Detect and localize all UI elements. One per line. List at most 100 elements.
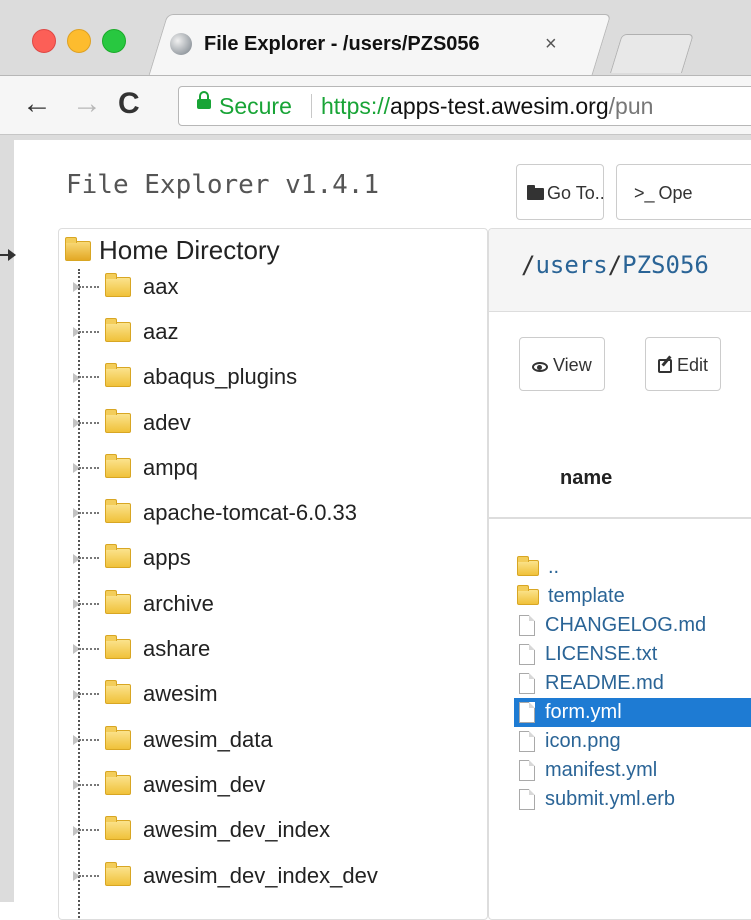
- file-icon: [519, 673, 535, 694]
- tree-item[interactable]: abaqus_plugins: [73, 355, 378, 400]
- new-tab-button[interactable]: [610, 34, 694, 73]
- tree-item[interactable]: aaz: [73, 309, 378, 354]
- address-bar[interactable]: Secure https://apps-test.awesim.org/pun: [178, 86, 751, 126]
- tree-item[interactable]: awesim_data: [73, 717, 378, 762]
- expand-arrow-icon[interactable]: [73, 599, 80, 610]
- tree-item[interactable]: apps: [73, 536, 378, 581]
- tab-favicon-icon: [170, 33, 192, 55]
- address-divider: [311, 94, 312, 118]
- tab-strip: File Explorer - /users/PZS056 ×: [0, 0, 751, 77]
- file-name-link[interactable]: submit.yml.erb: [545, 788, 675, 811]
- expand-arrow-icon[interactable]: [73, 825, 80, 836]
- breadcrumb-link[interactable]: users: [535, 251, 607, 279]
- file-row[interactable]: README.md: [517, 669, 751, 698]
- file-name-link[interactable]: ..: [548, 556, 559, 579]
- tree-item-label: ashare: [143, 636, 211, 662]
- tree-item[interactable]: awesim_dev_index_dev: [73, 853, 378, 898]
- tree-item[interactable]: awesim: [73, 672, 378, 717]
- expand-arrow-icon[interactable]: [73, 463, 80, 474]
- tab-title: File Explorer - /users/PZS056: [204, 32, 480, 55]
- zoom-window-button[interactable]: [102, 29, 126, 53]
- tab-close-icon[interactable]: ×: [545, 33, 557, 56]
- url-text[interactable]: https://apps-test.awesim.org/pun: [321, 87, 653, 125]
- expand-arrow-icon[interactable]: [73, 689, 80, 700]
- expand-arrow-icon[interactable]: [73, 508, 80, 519]
- view-button[interactable]: View: [519, 337, 605, 391]
- tree-item[interactable]: ashare: [73, 626, 378, 671]
- expand-arrow-icon[interactable]: [73, 780, 80, 791]
- folder-icon: [105, 770, 131, 795]
- tree-item[interactable]: archive: [73, 581, 378, 626]
- expand-arrow-icon[interactable]: [73, 870, 80, 881]
- breadcrumb: /users/PZS056: [489, 229, 751, 312]
- breadcrumb-link[interactable]: PZS056: [622, 251, 709, 279]
- tree-item[interactable]: ampq: [73, 445, 378, 490]
- expand-arrow-icon[interactable]: [73, 553, 80, 564]
- file-row[interactable]: manifest.yml: [517, 756, 751, 785]
- tree-item[interactable]: awesim_dev: [73, 762, 378, 807]
- expand-arrow-icon[interactable]: [73, 282, 80, 292]
- expand-arrow-icon[interactable]: [73, 372, 80, 383]
- file-row-selected[interactable]: form.yml: [514, 698, 751, 727]
- tree-item[interactable]: adev: [73, 400, 378, 445]
- tree-item[interactable]: awesim_dev_index: [73, 808, 378, 853]
- expand-arrow-icon[interactable]: [73, 644, 80, 655]
- file-name-link[interactable]: template: [548, 585, 625, 608]
- file-row[interactable]: icon.png: [517, 727, 751, 756]
- folder-icon: [517, 584, 539, 605]
- close-window-button[interactable]: [32, 29, 56, 53]
- folder-icon: [105, 589, 131, 614]
- file-icon: [519, 760, 535, 781]
- folder-icon: [105, 408, 131, 433]
- tree-item[interactable]: apache-tomcat-6.0.33: [73, 490, 378, 535]
- browser-tab-content[interactable]: File Explorer - /users/PZS056 ×: [170, 20, 590, 68]
- tree-list: aax aaz abaqus_plugins adev ampq apache-tomca…: [73, 264, 378, 898]
- folder-icon: [105, 453, 131, 478]
- file-row[interactable]: ..: [517, 553, 751, 582]
- file-row[interactable]: LICENSE.txt: [517, 640, 751, 669]
- folder-icon: [517, 555, 539, 576]
- file-name-link[interactable]: LICENSE.txt: [545, 643, 657, 666]
- terminal-icon: >_: [634, 183, 655, 203]
- breadcrumb-separator: /: [521, 251, 536, 279]
- file-icon: [519, 731, 535, 752]
- view-label: View: [553, 355, 592, 375]
- expand-arrow-icon[interactable]: [73, 327, 80, 338]
- edit-button[interactable]: Edit: [645, 337, 722, 391]
- expand-arrow-icon[interactable]: [73, 417, 80, 428]
- tree-item-label: awesim: [143, 681, 218, 707]
- minimize-window-button[interactable]: [67, 29, 91, 53]
- file-name-link[interactable]: CHANGELOG.md: [545, 614, 706, 637]
- open-terminal-button[interactable]: >_ Ope: [616, 164, 751, 220]
- folder-icon: [105, 363, 131, 388]
- file-name-link[interactable]: form.yml: [545, 701, 622, 724]
- file-icon: [519, 702, 535, 723]
- goto-button[interactable]: Go To...: [516, 164, 604, 220]
- folder-icon: [105, 544, 131, 569]
- folder-icon: [105, 861, 131, 886]
- back-button[interactable]: ←: [22, 86, 52, 122]
- tree-connector: [79, 557, 99, 560]
- file-name-link[interactable]: README.md: [545, 672, 664, 695]
- file-row[interactable]: submit.yml.erb: [517, 785, 751, 814]
- file-icon: [519, 615, 535, 636]
- folder-icon: [105, 499, 131, 524]
- file-row[interactable]: template: [517, 582, 751, 611]
- expand-arrow-icon[interactable]: [73, 734, 80, 745]
- edit-label: Edit: [677, 355, 709, 375]
- file-row[interactable]: CHANGELOG.md: [517, 611, 751, 640]
- lock-icon: [197, 91, 211, 109]
- folder-icon: [65, 236, 91, 261]
- forward-button[interactable]: →: [72, 86, 102, 122]
- reload-button[interactable]: C: [118, 86, 140, 122]
- tree-root-home[interactable]: Home Directory: [65, 235, 280, 266]
- column-header-name[interactable]: name: [560, 467, 612, 490]
- tree-connector: [79, 738, 99, 741]
- breadcrumb-separator: /: [607, 251, 623, 279]
- edit-icon: [658, 359, 672, 373]
- tree-connector: [79, 466, 99, 469]
- tree-item[interactable]: aax: [73, 264, 378, 309]
- file-name-link[interactable]: icon.png: [545, 730, 621, 753]
- tree-connector: [79, 602, 99, 605]
- file-name-link[interactable]: manifest.yml: [545, 759, 657, 782]
